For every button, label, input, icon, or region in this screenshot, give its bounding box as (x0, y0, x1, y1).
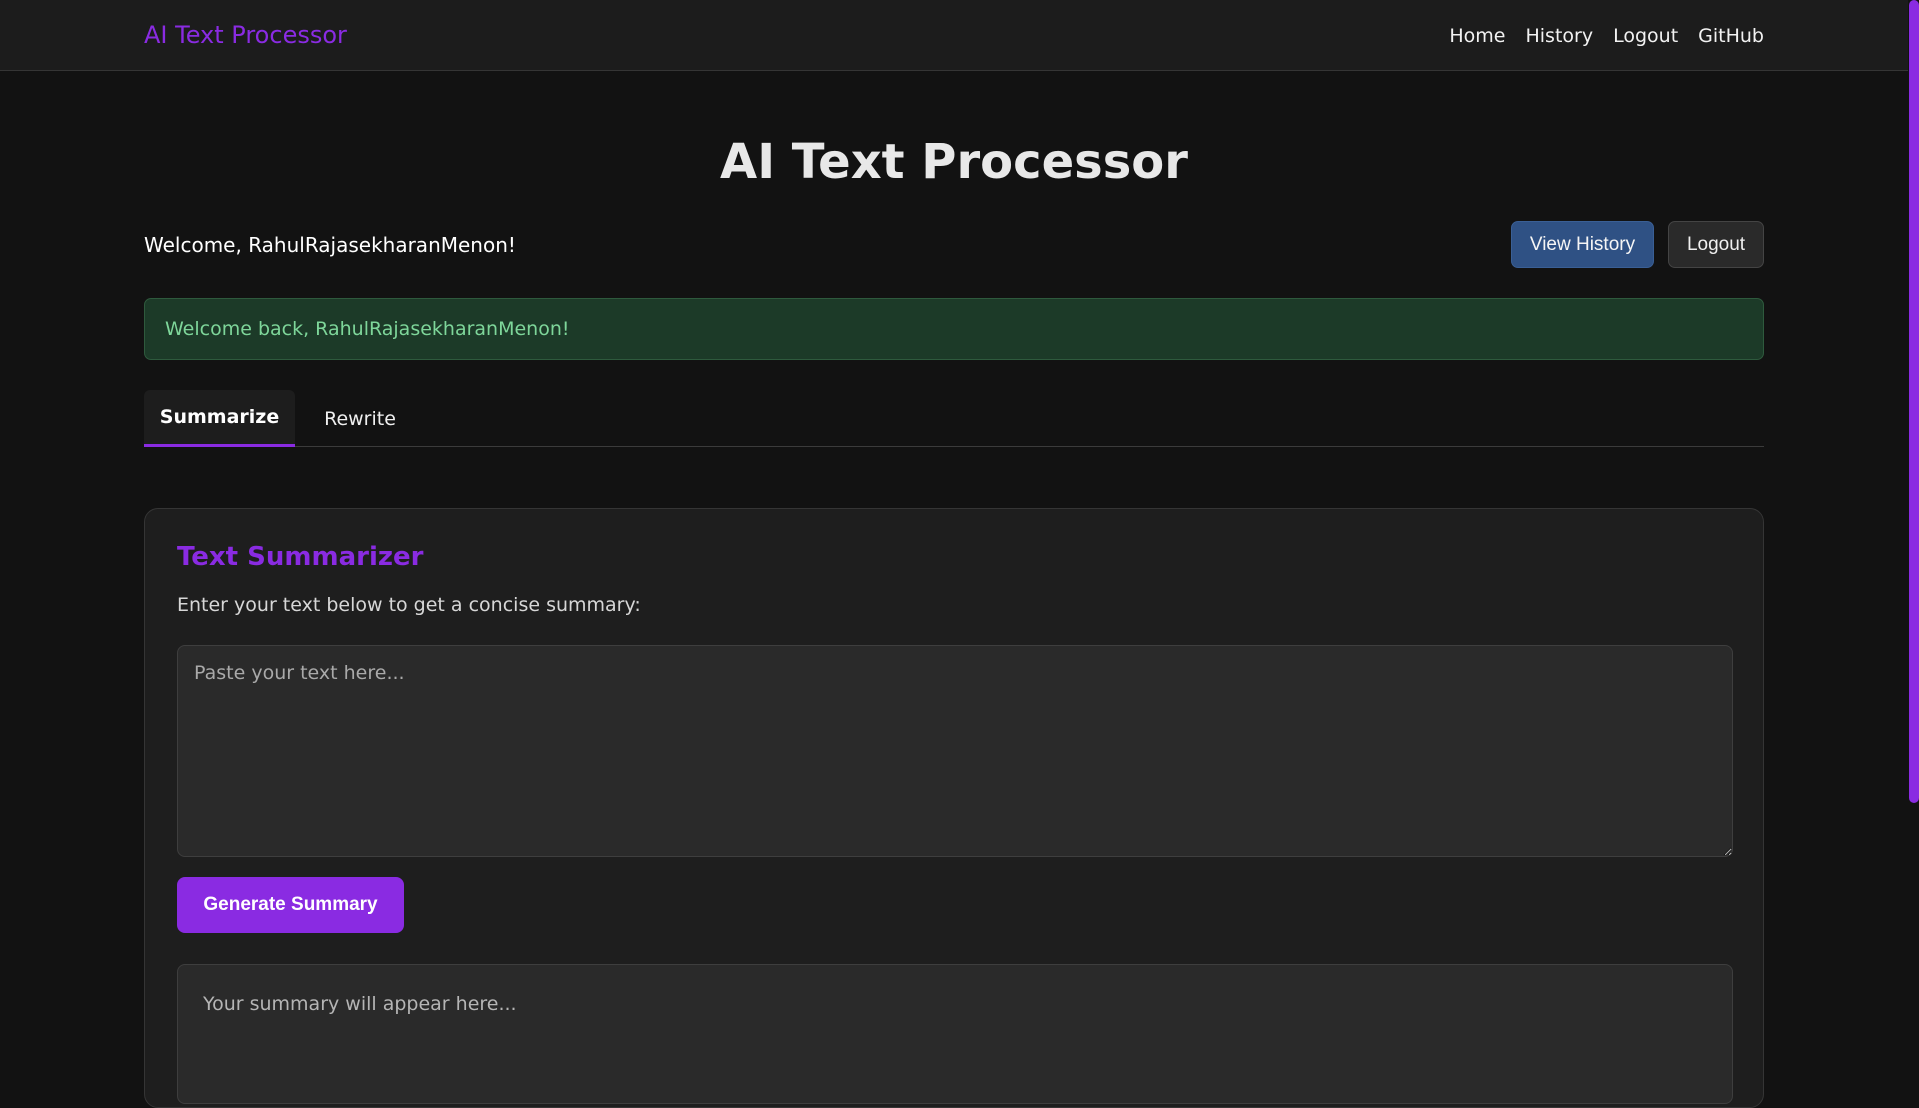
nav-link-logout[interactable]: Logout (1613, 22, 1678, 50)
tab-rewrite[interactable]: Rewrite (295, 390, 425, 447)
generate-summary-button[interactable]: Generate Summary (177, 877, 404, 933)
nav-link-github[interactable]: GitHub (1698, 22, 1764, 50)
welcome-message: Welcome, RahulRajasekharanMenon! (144, 233, 516, 257)
summary-output: Your summary will appear here... (177, 964, 1733, 1104)
tab-bar: Summarize Rewrite (144, 390, 1764, 447)
summarizer-card: Text Summarizer Enter your text below to… (144, 508, 1764, 1108)
page-title: AI Text Processor (720, 134, 1188, 190)
card-title: Text Summarizer (177, 542, 424, 572)
nav-links: Home History Logout GitHub (1449, 22, 1764, 50)
nav-link-home[interactable]: Home (1449, 22, 1505, 50)
alert-message: Welcome back, RahulRajasekharanMenon! (165, 318, 570, 340)
tab-summarize[interactable]: Summarize (144, 390, 295, 447)
view-history-button[interactable]: View History (1511, 221, 1654, 268)
card-description: Enter your text below to get a concise s… (177, 594, 641, 616)
welcome-alert: Welcome back, RahulRajasekharanMenon! (144, 298, 1764, 360)
scrollbar-thumb[interactable] (1909, 0, 1919, 803)
navbar: AI Text Processor Home History Logout Gi… (0, 0, 1908, 71)
logout-button[interactable]: Logout (1668, 221, 1764, 268)
brand-logo-text[interactable]: AI Text Processor (144, 19, 347, 51)
nav-link-history[interactable]: History (1525, 22, 1593, 50)
text-input[interactable] (177, 645, 1733, 857)
summary-placeholder: Your summary will appear here... (203, 993, 517, 1015)
